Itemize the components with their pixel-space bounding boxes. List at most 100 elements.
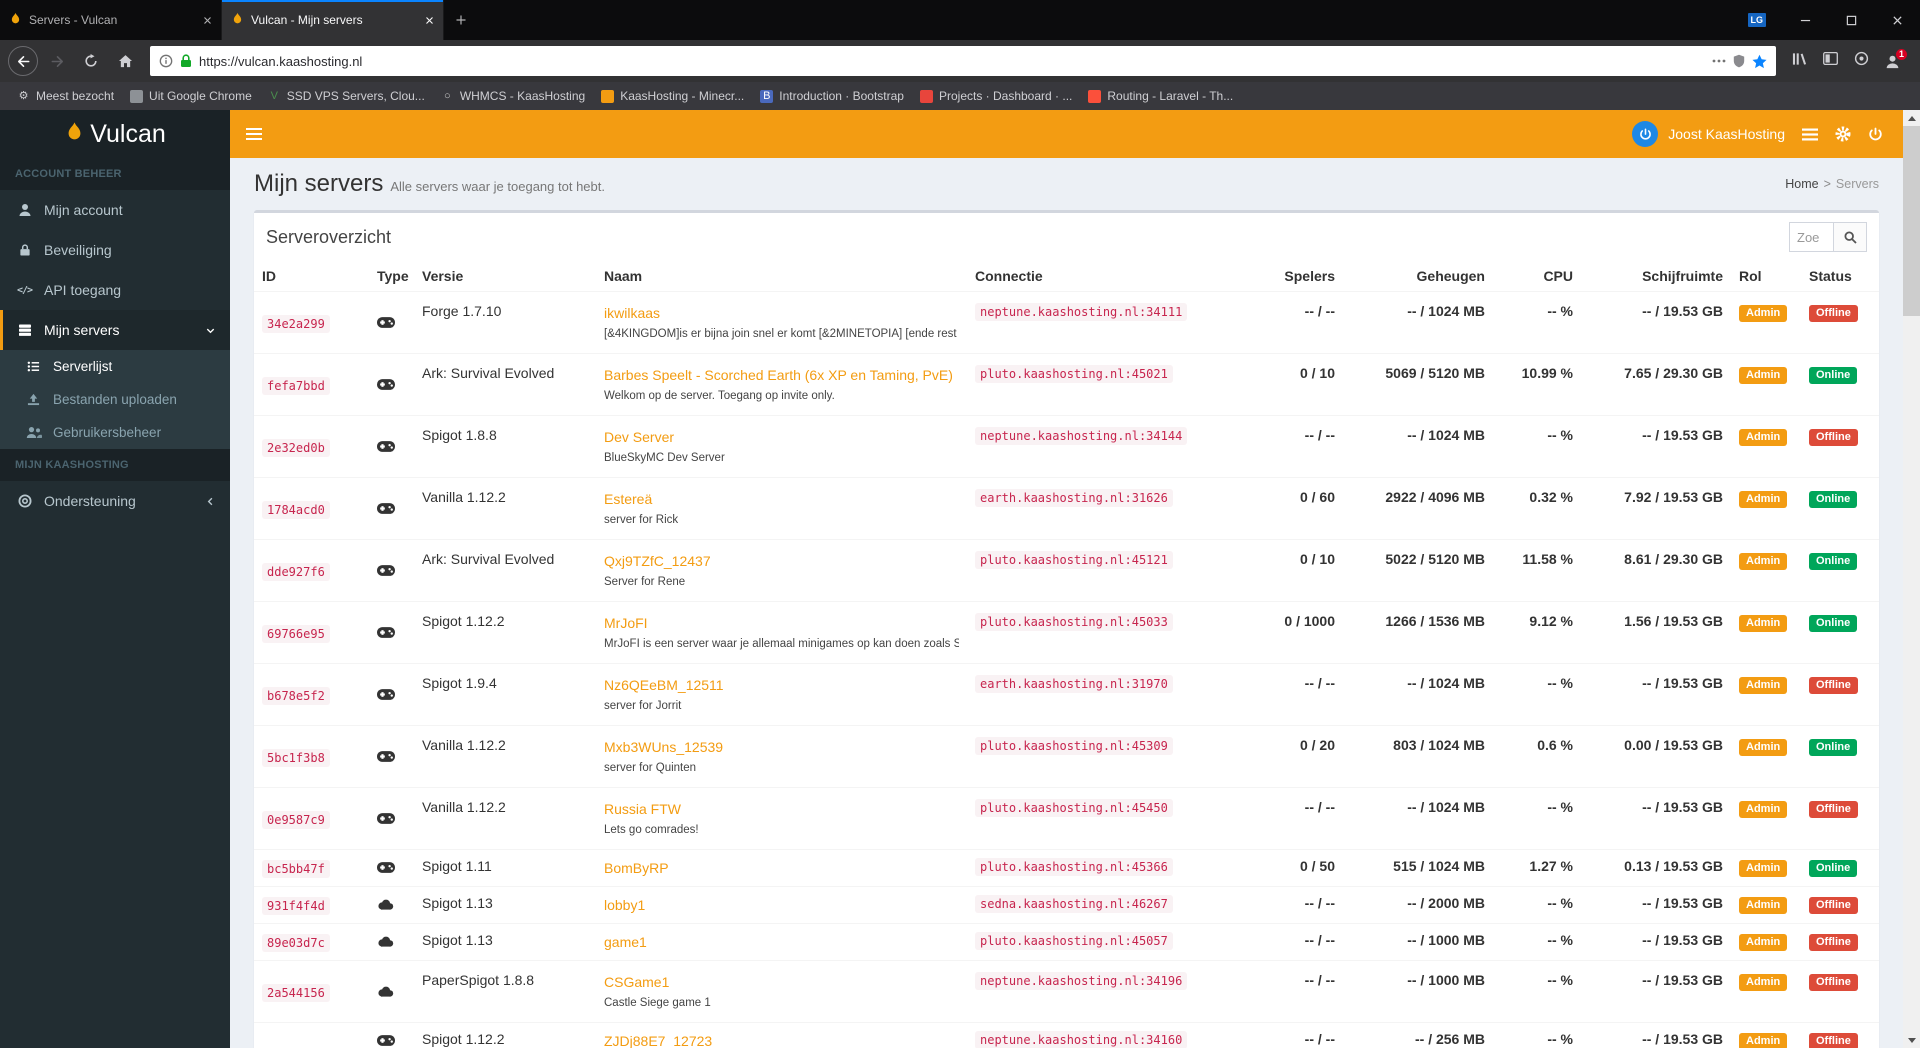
server-list-icon[interactable] bbox=[1802, 128, 1818, 141]
maximize-button[interactable] bbox=[1828, 0, 1874, 40]
scrollbar-down-arrow[interactable] bbox=[1903, 1032, 1920, 1048]
status-badge: Online bbox=[1809, 553, 1858, 570]
search-input[interactable] bbox=[1789, 222, 1833, 252]
bookmark-projects-dashboard[interactable]: Projects · Dashboard · ... bbox=[913, 86, 1079, 106]
sidebar-item-mijn-servers[interactable]: Mijn servers bbox=[0, 310, 230, 350]
library-icon[interactable] bbox=[1792, 52, 1807, 71]
server-players: -- / -- bbox=[1255, 886, 1343, 924]
server-name-link[interactable]: Russia FTW bbox=[604, 799, 681, 819]
server-cpu: 0.6 % bbox=[1493, 725, 1581, 788]
tab-close-icon[interactable] bbox=[425, 16, 434, 25]
back-button[interactable] bbox=[8, 46, 38, 76]
sidebar-item-label: API toegang bbox=[44, 282, 122, 298]
gamepad-icon bbox=[377, 379, 395, 390]
user-avatar[interactable] bbox=[1632, 121, 1659, 147]
sidebar-toggle-button[interactable] bbox=[230, 110, 278, 158]
server-name-link[interactable]: ZJDj88E7_12723 bbox=[604, 1031, 712, 1048]
app-logo[interactable]: Vulcan bbox=[0, 110, 230, 158]
server-players: 0 / 1000 bbox=[1255, 601, 1343, 664]
server-id: fefa7bbd bbox=[262, 377, 330, 395]
server-disk: -- / 19.53 GB bbox=[1581, 663, 1731, 726]
vulcan-app: Vulcan ACCOUNT BEHEER Mijn account Beveili… bbox=[0, 110, 1903, 1048]
sidebar-section-header: MIJN KAASHOSTING bbox=[0, 449, 230, 481]
sidebar-item-api-toegang[interactable]: </> API toegang bbox=[0, 270, 230, 310]
sidebar-item-beveiliging[interactable]: Beveiliging bbox=[0, 230, 230, 270]
search-button[interactable] bbox=[1833, 222, 1867, 252]
sidebars-icon[interactable] bbox=[1823, 51, 1838, 70]
bookmark-favicon bbox=[1088, 89, 1102, 103]
server-cpu: -- % bbox=[1493, 415, 1581, 478]
server-name-link[interactable]: Mxb3WUns_12539 bbox=[604, 737, 723, 757]
server-players: 0 / 10 bbox=[1255, 539, 1343, 602]
scrollbar-thumb[interactable] bbox=[1903, 126, 1920, 316]
server-description: Lets go comrades! bbox=[604, 824, 699, 836]
profile-icon[interactable]: 1 bbox=[1885, 48, 1907, 69]
new-tab-button[interactable] bbox=[444, 0, 478, 40]
bookmark-routing-laravel-th[interactable]: Routing - Laravel - Th... bbox=[1081, 86, 1240, 106]
sidebar-subitem-gebruikersbeheer[interactable]: Gebruikersbeheer bbox=[0, 416, 230, 449]
server-cpu: -- % bbox=[1493, 960, 1581, 1023]
tab-servers-vulcan[interactable]: Servers - Vulcan bbox=[0, 0, 222, 40]
sidebar-item-mijn-account[interactable]: Mijn account bbox=[0, 190, 230, 230]
settings-gear-icon[interactable] bbox=[1835, 126, 1851, 142]
url-text[interactable]: https://vulcan.kaashosting.nl bbox=[199, 54, 1705, 69]
server-version: Vanilla 1.12.2 bbox=[414, 787, 596, 850]
server-id: 0e9587c9 bbox=[262, 811, 330, 829]
logout-power-icon[interactable] bbox=[1868, 127, 1883, 142]
sidebar-submenu: Serverlijst Bestanden uploaden Gebruikersb… bbox=[0, 350, 230, 449]
user-name[interactable]: Joost KaasHosting bbox=[1668, 126, 1785, 142]
server-name-link[interactable]: MrJoFI bbox=[604, 613, 648, 633]
shield-icon[interactable] bbox=[1733, 54, 1745, 68]
column-header-rol: Rol bbox=[1731, 261, 1801, 292]
tab-close-icon[interactable] bbox=[203, 16, 212, 25]
extension-circle-icon[interactable] bbox=[1854, 51, 1869, 71]
bookmark-ssd-vps-servers-clou[interactable]: V SSD VPS Servers, Clou... bbox=[261, 86, 432, 106]
bookmark-uit-google-chrome[interactable]: Uit Google Chrome bbox=[123, 86, 259, 106]
sidebar-subitem-bestanden-uploaden[interactable]: Bestanden uploaden bbox=[0, 383, 230, 416]
bookmark-meest-bezocht[interactable]: ⚙ Meest bezocht bbox=[10, 86, 121, 106]
server-name-link[interactable]: Barbes Speelt - Scorched Earth (6x XP en… bbox=[604, 365, 953, 385]
forward-button[interactable] bbox=[42, 46, 72, 76]
server-players: -- / -- bbox=[1255, 291, 1343, 354]
server-name-link[interactable]: Dev Server bbox=[604, 427, 674, 447]
minimize-button[interactable] bbox=[1782, 0, 1828, 40]
server-name-link[interactable]: Qxj9TZfC_12437 bbox=[604, 551, 711, 571]
page-content: Mijn servers Alle servers waar je toegang… bbox=[230, 158, 1903, 1048]
sidebar-subitem-serverlijst[interactable]: Serverlijst bbox=[0, 350, 230, 383]
bookmark-star-icon[interactable] bbox=[1752, 54, 1767, 69]
server-name-link[interactable]: game1 bbox=[604, 932, 647, 952]
sidebar-subitem-label: Serverlijst bbox=[53, 359, 113, 374]
server-name-link[interactable]: Nz6QEeBM_12511 bbox=[604, 675, 724, 695]
role-badge: Admin bbox=[1739, 429, 1788, 446]
bookmark-whmcs-kaashosting[interactable]: ○ WHMCS - KaasHosting bbox=[434, 86, 592, 106]
code-icon: </> bbox=[16, 284, 33, 296]
scrollbar-up-arrow[interactable] bbox=[1903, 110, 1920, 126]
server-name-link[interactable]: CSGame1 bbox=[604, 972, 669, 992]
home-button[interactable] bbox=[110, 46, 140, 76]
server-name-link[interactable]: lobby1 bbox=[604, 895, 645, 915]
page-actions-icon[interactable] bbox=[1712, 59, 1726, 63]
gamepad-icon bbox=[377, 441, 395, 452]
server-name-link[interactable]: BomByRP bbox=[604, 858, 669, 878]
gamepad-icon bbox=[377, 317, 395, 328]
reload-button[interactable] bbox=[76, 46, 106, 76]
page-scrollbar[interactable] bbox=[1903, 110, 1920, 1048]
bookmark-introduction-bootstrap[interactable]: B Introduction · Bootstrap bbox=[753, 86, 911, 106]
panel-title: Serveroverzicht bbox=[266, 226, 392, 247]
sidebar-item-ondersteuning[interactable]: Ondersteuning bbox=[0, 481, 230, 521]
lg-badge[interactable]: LG bbox=[1747, 13, 1766, 27]
server-name-link[interactable]: ikwilkaas bbox=[604, 303, 660, 323]
bookmark-label: Introduction · Bootstrap bbox=[779, 89, 904, 103]
server-connection: pluto.kaashosting.nl:45057 bbox=[975, 932, 1173, 950]
flame-logo-icon bbox=[64, 121, 85, 147]
site-info-icon[interactable] bbox=[159, 54, 173, 68]
bookmark-kaashosting-minecr[interactable]: KaasHosting - Minecr... bbox=[594, 86, 751, 106]
url-bar[interactable]: https://vulcan.kaashosting.nl bbox=[150, 46, 1776, 76]
tab-vulcan-mijn-servers[interactable]: Vulcan - Mijn servers bbox=[222, 0, 444, 40]
server-row: 2e32ed0b Spigot 1.8.8 Dev Server BlueSkyMC … bbox=[254, 415, 1879, 478]
breadcrumb-home[interactable]: Home bbox=[1785, 177, 1818, 191]
server-row: Spigot 1.12.2 ZJDj88E7_12723 neptune.kaash… bbox=[254, 1022, 1879, 1048]
server-name-link[interactable]: Estereä bbox=[604, 489, 652, 509]
server-id: 34e2a299 bbox=[262, 315, 330, 333]
close-button[interactable] bbox=[1874, 0, 1920, 40]
